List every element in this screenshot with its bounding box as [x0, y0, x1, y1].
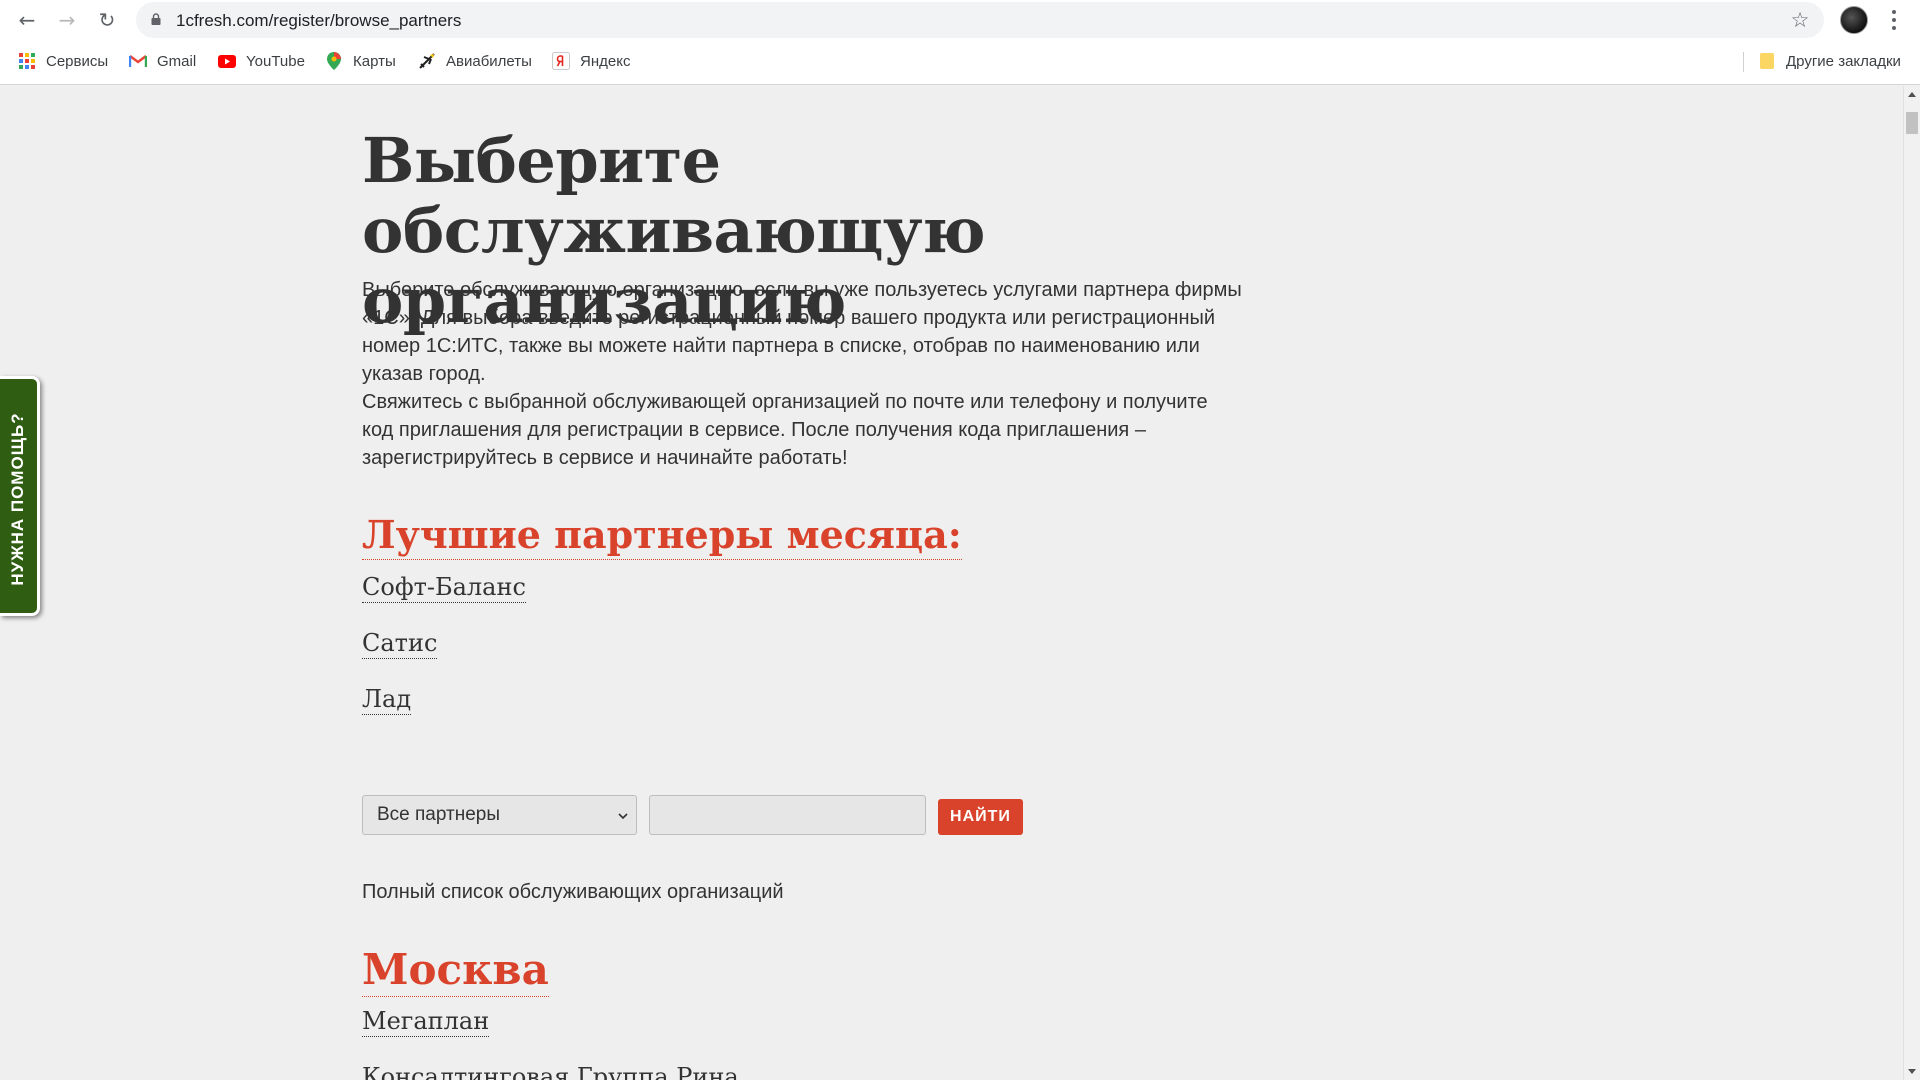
- bookmark-other-folder[interactable]: Другие закладки: [1758, 49, 1901, 73]
- bookmarks-bar: Сервисы Gmail YouTube Карты Авиабилеты Я…: [0, 46, 1920, 76]
- scroll-up-arrow-icon[interactable]: [1908, 92, 1916, 97]
- partner-link-megaplan[interactable]: Мегаплан: [362, 1006, 490, 1037]
- scrollbar-thumb[interactable]: [1906, 112, 1918, 134]
- gmail-icon: [129, 52, 147, 70]
- bookmark-avia[interactable]: Авиабилеты: [418, 49, 532, 73]
- apps-grid-icon: [18, 52, 36, 70]
- bookmark-gmail[interactable]: Gmail: [129, 49, 196, 73]
- reload-icon[interactable]: ↻: [93, 6, 121, 34]
- address-bar[interactable]: 1cfresh.com/register/browse_partners ☆: [136, 2, 1824, 38]
- partner-search-input[interactable]: [649, 795, 926, 835]
- browser-chrome: ← → ↻ 1cfresh.com/register/browse_partne…: [0, 0, 1920, 85]
- intro-paragraph-2: Свяжитесь с выбранной обслуживающей орга…: [362, 391, 1208, 469]
- bookmark-star-icon[interactable]: ☆: [1788, 8, 1812, 32]
- forward-arrow-icon[interactable]: →: [53, 6, 81, 34]
- back-arrow-icon[interactable]: ←: [13, 6, 41, 34]
- youtube-icon: [218, 52, 236, 70]
- bookmark-youtube[interactable]: YouTube: [218, 49, 305, 73]
- partner-link-satis[interactable]: Сатис: [362, 628, 438, 659]
- partner-link-rina[interactable]: Консалтинговая Группа Рина: [362, 1062, 739, 1080]
- profile-avatar[interactable]: [1840, 6, 1868, 34]
- bookmark-label: Gmail: [157, 52, 197, 70]
- yandex-icon: [552, 52, 570, 70]
- browser-menu-icon[interactable]: [1884, 8, 1904, 32]
- help-tab[interactable]: НУЖНА ПОМОЩЬ?: [0, 376, 40, 616]
- partner-link-soft-balance[interactable]: Софт-Баланс: [362, 572, 526, 603]
- plane-icon: [418, 52, 436, 70]
- bookmarks-separator: [1743, 52, 1744, 72]
- partner-link-lad[interactable]: Лад: [362, 684, 412, 715]
- page-viewport: Выберите обслуживающую организацию Выбер…: [0, 86, 1903, 1080]
- intro-text: Выберите обслуживающую организацию, если…: [362, 276, 1242, 472]
- scroll-down-arrow-icon[interactable]: [1908, 1069, 1916, 1074]
- find-button[interactable]: НАЙТИ: [938, 799, 1023, 835]
- page-scrollbar[interactable]: [1903, 86, 1920, 1080]
- bookmark-label: Сервисы: [46, 52, 109, 70]
- full-list-label: Полный список обслуживающих организаций: [362, 881, 784, 903]
- bookmark-label: Карты: [353, 52, 396, 70]
- bookmark-label: Авиабилеты: [446, 52, 532, 70]
- city-heading: Москва: [362, 944, 549, 997]
- best-partners-heading: Лучшие партнеры месяца:: [362, 511, 962, 560]
- help-tab-label: НУЖНА ПОМОЩЬ?: [8, 412, 27, 586]
- maps-pin-icon: [325, 52, 343, 70]
- filter-selected-value: Все партнеры: [377, 804, 501, 825]
- bookmark-label: YouTube: [246, 52, 305, 70]
- bookmark-label: Другие закладки: [1786, 52, 1901, 70]
- address-row: ← → ↻ 1cfresh.com/register/browse_partne…: [0, 0, 1920, 40]
- intro-paragraph-1: Выберите обслуживающую организацию, если…: [362, 279, 1242, 385]
- chevron-down-icon: [618, 813, 628, 820]
- lock-icon: [151, 13, 161, 25]
- bookmark-services[interactable]: Сервисы: [18, 49, 108, 73]
- folder-icon: [1758, 52, 1776, 70]
- bookmark-maps[interactable]: Карты: [325, 49, 396, 73]
- url-text[interactable]: 1cfresh.com/register/browse_partners: [176, 11, 461, 31]
- bookmark-yandex[interactable]: Яндекс: [552, 49, 630, 73]
- partner-filter-select[interactable]: Все партнеры: [362, 795, 637, 835]
- bookmark-label: Яндекс: [580, 52, 631, 70]
